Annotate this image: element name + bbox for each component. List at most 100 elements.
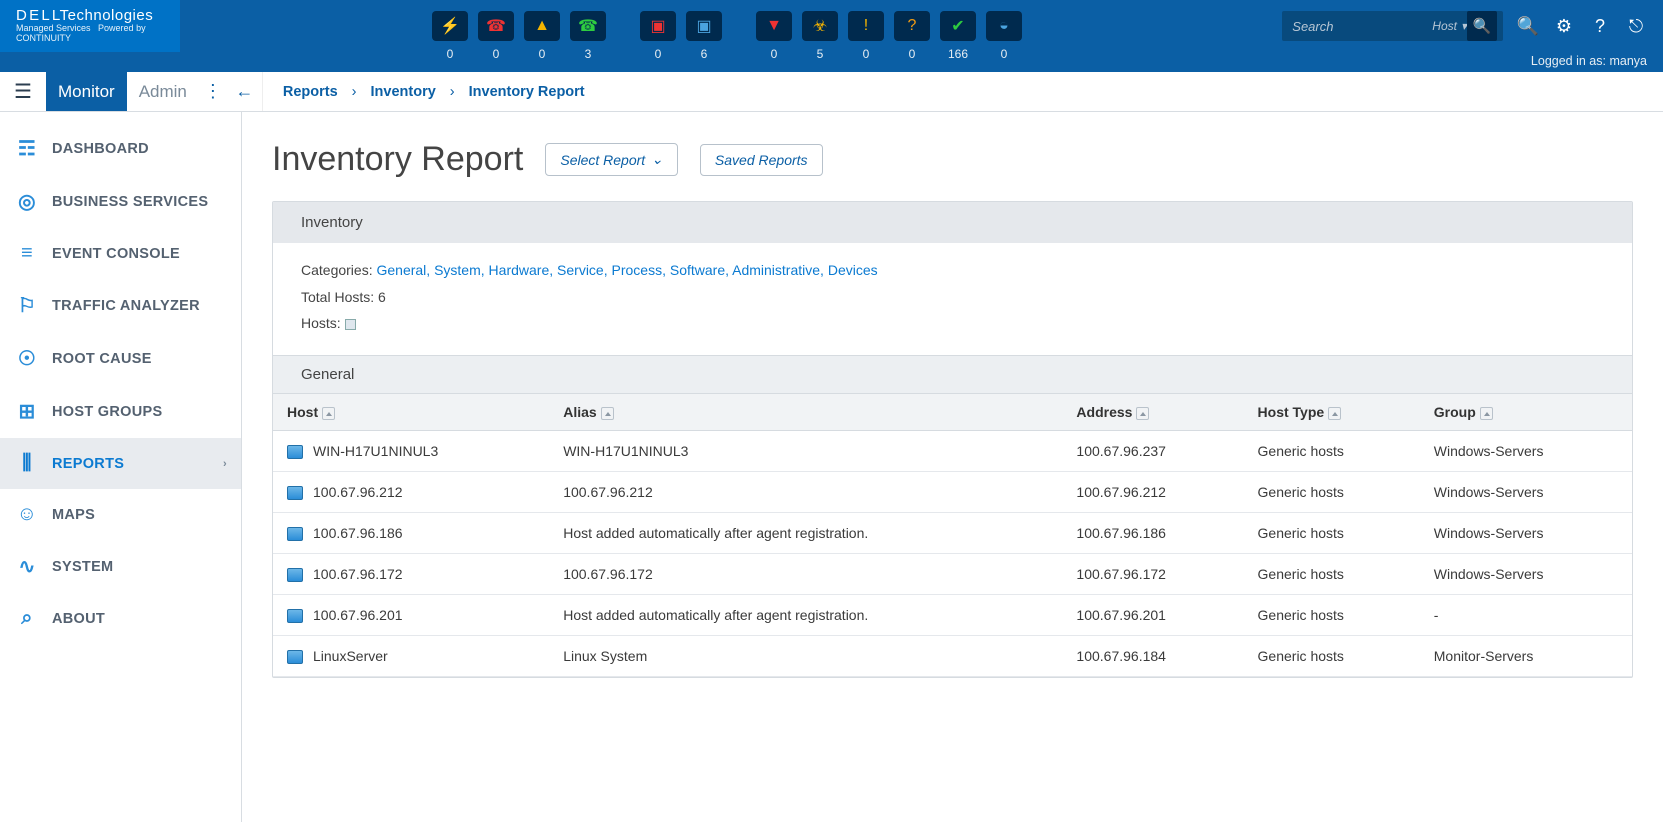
global-search-icon[interactable]: 🔍 bbox=[1517, 16, 1539, 37]
col-alias[interactable]: Alias bbox=[549, 393, 1062, 430]
status-ok-icon[interactable]: ✔166 bbox=[938, 11, 978, 61]
logout-icon[interactable]: ⎋ bbox=[1625, 16, 1647, 37]
hosts-filter: Hosts: bbox=[301, 310, 1604, 337]
hosts-filter-icon[interactable] bbox=[345, 319, 356, 330]
back-button[interactable]: ← bbox=[227, 72, 263, 111]
table-row[interactable]: 100.67.96.186Host added automatically af… bbox=[273, 512, 1632, 553]
sort-icon[interactable] bbox=[1136, 407, 1149, 420]
table-row[interactable]: 100.67.96.201Host added automatically af… bbox=[273, 594, 1632, 635]
sidebar-item-root-cause[interactable]: ☉ ROOT CAUSE bbox=[0, 332, 241, 385]
cell-group: - bbox=[1420, 594, 1632, 635]
sort-icon[interactable] bbox=[1328, 407, 1341, 420]
search-input[interactable] bbox=[1292, 19, 1432, 34]
status-lightning-icon[interactable]: ⚡0 bbox=[430, 11, 470, 61]
table-header-row: Host AliasAddressHost TypeGroup bbox=[273, 393, 1632, 430]
sidebar-item-reports[interactable]: ⫼REPORTS› bbox=[0, 438, 241, 489]
category-link[interactable]: Process bbox=[612, 262, 663, 278]
col-host-type[interactable]: Host Type bbox=[1244, 393, 1420, 430]
host-icon bbox=[287, 650, 303, 664]
status-service-warn-icon[interactable]: ☣5 bbox=[800, 11, 840, 61]
total-hosts-label: Total Hosts: bbox=[301, 289, 374, 305]
cell-host: 100.67.96.186 bbox=[313, 525, 403, 541]
col-group[interactable]: Group bbox=[1420, 393, 1632, 430]
category-link[interactable]: Hardware bbox=[489, 262, 550, 278]
table-section-header: General bbox=[273, 355, 1632, 393]
sidebar-item-business-services[interactable]: ◎ BUSINESS SERVICES bbox=[0, 175, 241, 228]
search-filter-dropdown[interactable]: Host ▾ bbox=[1432, 19, 1467, 33]
select-report-button[interactable]: Select Report ⌄ bbox=[545, 143, 678, 176]
col-address[interactable]: Address bbox=[1062, 393, 1243, 430]
sidebar-item-label: ROOT CAUSE bbox=[52, 351, 152, 367]
sidebar-item-traffic-analyzer[interactable]: ⚐TRAFFIC ANALYZER bbox=[0, 279, 241, 332]
total-hosts: Total Hosts: 6 bbox=[301, 284, 1604, 311]
status-pending-icon[interactable]: ◒0 bbox=[984, 11, 1024, 61]
brand-text: D E L LTechnologies bbox=[16, 8, 180, 25]
status-service-critical-icon[interactable]: ▼0 bbox=[754, 11, 794, 61]
status-unknown-icon[interactable]: ?0 bbox=[892, 11, 932, 61]
table-row[interactable]: 100.67.96.172100.67.96.172100.67.96.172G… bbox=[273, 553, 1632, 594]
column-label: Host bbox=[287, 404, 318, 420]
category-link[interactable]: Software bbox=[670, 262, 725, 278]
category-link[interactable]: General bbox=[376, 262, 426, 278]
service-critical-icon: ▼ bbox=[756, 11, 792, 41]
search-icon: 🔍 bbox=[1473, 17, 1492, 35]
root-cause-icon: ☉ bbox=[16, 346, 38, 371]
sidebar-item-event-console[interactable]: ≡EVENT CONSOLE bbox=[0, 228, 241, 279]
alert-icon: ! bbox=[848, 11, 884, 41]
sidebar-item-label: BUSINESS SERVICES bbox=[52, 194, 208, 210]
sidebar-item-maps[interactable]: ☺MAPS bbox=[0, 489, 241, 540]
status-phone-up-icon[interactable]: ☎3 bbox=[568, 11, 608, 61]
breadcrumb: Reports › Inventory › Inventory Report bbox=[271, 72, 585, 111]
table-row[interactable]: WIN-H17U1NINUL3WIN-H17U1NINUL3100.67.96.… bbox=[273, 430, 1632, 471]
sidebar-item-system[interactable]: ∿SYSTEM bbox=[0, 540, 241, 593]
reports-icon: ⫼ bbox=[16, 452, 38, 475]
table-row[interactable]: LinuxServerLinux System100.67.96.184Gene… bbox=[273, 635, 1632, 676]
crumb-current: Inventory Report bbox=[469, 84, 585, 100]
sidebar-item-label: TRAFFIC ANALYZER bbox=[52, 298, 200, 314]
category-link[interactable]: Administrative bbox=[732, 262, 820, 278]
host-icon bbox=[287, 609, 303, 623]
hamburger-menu[interactable]: ☰ bbox=[0, 72, 46, 111]
host-icon bbox=[287, 527, 303, 541]
table-row[interactable]: 100.67.96.212100.67.96.212100.67.96.212G… bbox=[273, 471, 1632, 512]
saved-reports-button[interactable]: Saved Reports bbox=[700, 144, 823, 176]
main-content: Inventory Report Select Report ⌄ Saved R… bbox=[242, 112, 1663, 822]
business-services-icon: ◎ bbox=[16, 189, 38, 214]
cell-host-wrap: 100.67.96.212 bbox=[273, 471, 549, 512]
cell-host: LinuxServer bbox=[313, 648, 388, 664]
cell-alias: Linux System bbox=[549, 635, 1062, 676]
sort-icon[interactable] bbox=[322, 407, 335, 420]
category-link[interactable]: Service bbox=[557, 262, 604, 278]
chevron-right-icon: › bbox=[223, 458, 227, 470]
status-count: 5 bbox=[817, 47, 824, 61]
status-alert-icon[interactable]: !0 bbox=[846, 11, 886, 61]
category-link[interactable]: Devices bbox=[828, 262, 878, 278]
category-link[interactable]: System bbox=[434, 262, 481, 278]
status-phone-down-icon[interactable]: ☎0 bbox=[476, 11, 516, 61]
status-host-up-icon[interactable]: ▣6 bbox=[684, 11, 724, 61]
cell-host-wrap: WIN-H17U1NINUL3 bbox=[273, 430, 549, 471]
crumb-inventory[interactable]: Inventory bbox=[371, 84, 436, 100]
tab-monitor[interactable]: Monitor bbox=[46, 72, 127, 111]
sort-icon[interactable] bbox=[1480, 407, 1493, 420]
more-options[interactable]: ⋮ bbox=[199, 72, 227, 111]
crumb-reports[interactable]: Reports bbox=[283, 84, 338, 100]
sidebar-item-dashboard[interactable]: ☶DASHBOARD bbox=[0, 122, 241, 175]
cell-host-type: Generic hosts bbox=[1244, 553, 1420, 594]
cell-host-type: Generic hosts bbox=[1244, 471, 1420, 512]
help-icon[interactable]: ? bbox=[1589, 16, 1611, 37]
system-icon: ∿ bbox=[16, 554, 38, 579]
status-host-down-icon[interactable]: ▣0 bbox=[638, 11, 678, 61]
status-count: 166 bbox=[948, 47, 968, 61]
col-host[interactable]: Host bbox=[273, 393, 549, 430]
sidebar-item-host-groups[interactable]: ⊞HOST GROUPS bbox=[0, 385, 241, 438]
tab-admin[interactable]: Admin bbox=[127, 72, 199, 111]
status-warning-icon[interactable]: ▲0 bbox=[522, 11, 562, 61]
search-button[interactable]: 🔍 bbox=[1467, 11, 1497, 41]
cell-alias: Host added automatically after agent reg… bbox=[549, 594, 1062, 635]
cell-address: 100.67.96.212 bbox=[1062, 471, 1243, 512]
search-filter-label: Host bbox=[1432, 19, 1457, 33]
settings-icon[interactable]: ⚙ bbox=[1553, 16, 1575, 37]
sidebar-item-about[interactable]: ⌕ABOUT bbox=[0, 593, 241, 644]
sort-icon[interactable] bbox=[601, 407, 614, 420]
